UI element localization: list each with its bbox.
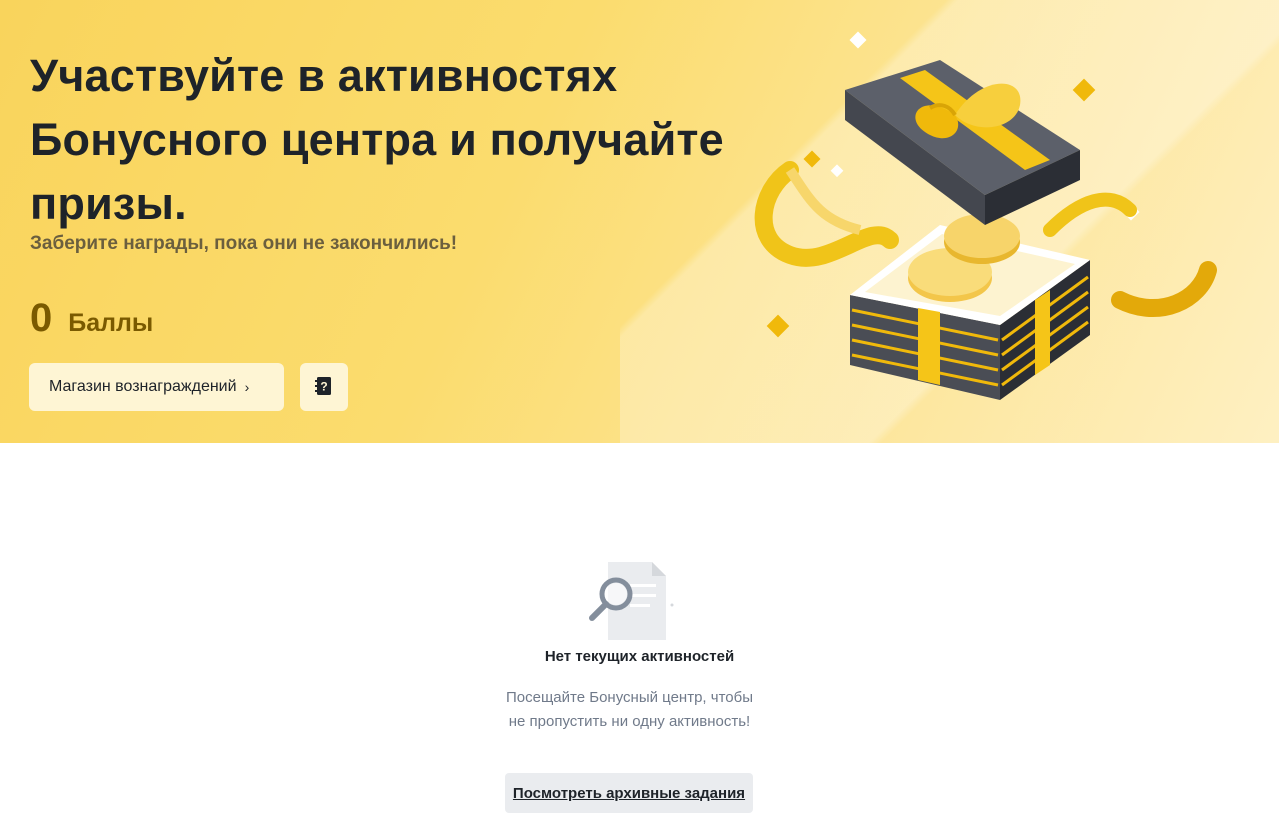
gift-box-illustration xyxy=(750,20,1250,420)
points-label: Баллы xyxy=(68,309,154,337)
hero-banner: Участвуйте в активностях Бонусного центр… xyxy=(0,0,1279,443)
points-balance: 0 Баллы xyxy=(30,296,153,341)
empty-state-title: Нет текущих активностей xyxy=(544,648,735,665)
hero-subtitle: Заберите награды, пока они не закончилис… xyxy=(30,233,458,254)
help-book-icon: ? xyxy=(315,376,333,399)
magnifier-document-icon xyxy=(580,550,680,642)
chevron-right-icon: › xyxy=(244,379,250,395)
view-archived-tasks-button[interactable]: Посмотреть архивные задания xyxy=(505,773,753,813)
empty-state-description: Посещайте Бонусный центр, чтобы не пропу… xyxy=(506,689,753,730)
hero-title: Участвуйте в активностях Бонусного центр… xyxy=(30,50,724,229)
svg-text:?: ? xyxy=(320,379,327,393)
points-value: 0 xyxy=(30,296,53,340)
rewards-shop-label: Магазин вознаграждений xyxy=(49,378,237,395)
help-button[interactable]: ? xyxy=(300,363,348,411)
rewards-shop-button[interactable]: Магазин вознаграждений › xyxy=(29,363,284,411)
